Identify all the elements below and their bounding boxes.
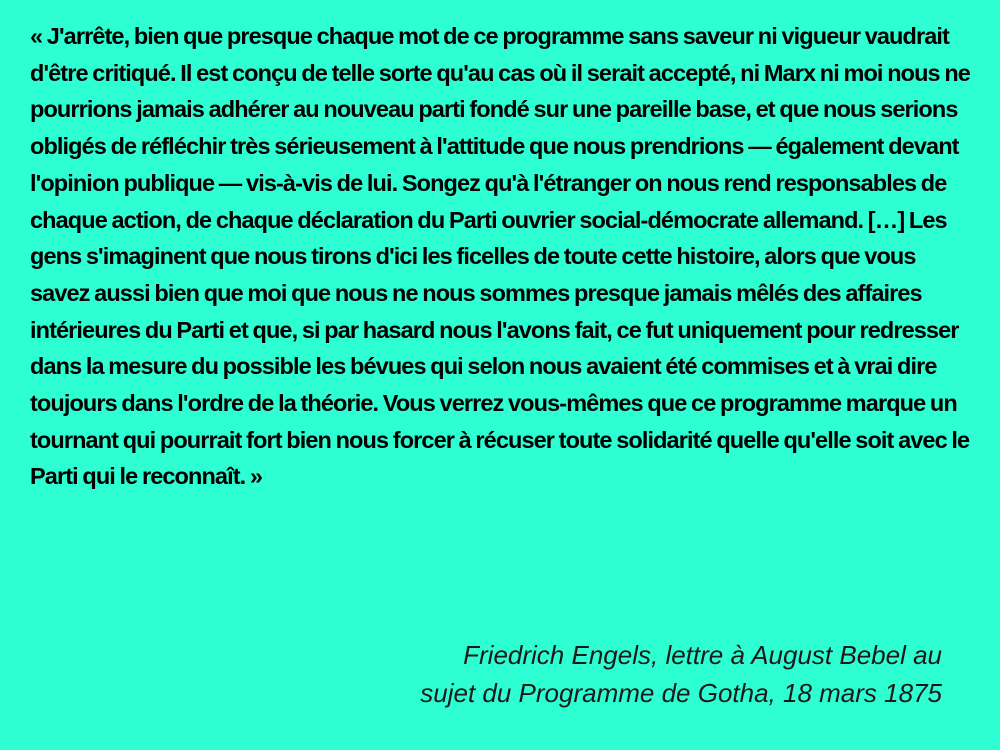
slide-background: « J'arrête, bien que presque chaque mot … — [0, 0, 1000, 750]
attribution-line-1: Friedrich Engels, lettre à August Bebel … — [463, 640, 942, 670]
attribution: Friedrich Engels, lettre à August Bebel … — [302, 636, 942, 712]
attribution-line-2: sujet du Programme de Gotha, 18 mars 187… — [420, 678, 942, 708]
quote-text: « J'arrête, bien que presque chaque mot … — [30, 23, 971, 490]
